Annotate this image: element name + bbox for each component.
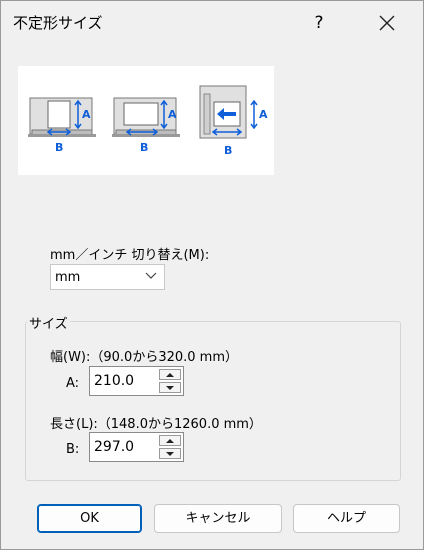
triangle-down-icon — [166, 386, 174, 390]
size-group-title: サイズ — [27, 313, 70, 332]
unit-switch-label: mm／インチ 切り替え(M): — [50, 248, 210, 263]
b-label-2: B — [140, 141, 148, 154]
b-label-3: B — [224, 144, 232, 157]
length-spinbox — [89, 432, 184, 462]
close-button[interactable] — [365, 7, 409, 39]
unit-select[interactable]: mm — [50, 264, 165, 290]
ok-button[interactable]: OK — [37, 504, 142, 533]
length-input[interactable] — [92, 435, 156, 459]
width-decrement-button[interactable] — [159, 382, 181, 393]
b-label-1: B — [55, 141, 63, 154]
a-label-3: A — [259, 108, 268, 121]
custom-size-dialog: 不定形サイズ ? A B A B A B mm／インチ 切り替え(M): mm … — [0, 0, 424, 550]
width-spinbox — [89, 366, 184, 396]
cancel-button[interactable]: キャンセル — [154, 504, 282, 533]
length-range-label: 長さ(L):（148.0から1260.0 mm） — [50, 417, 262, 432]
a-label-2: A — [168, 108, 177, 121]
unit-select-value: mm — [55, 270, 81, 285]
triangle-up-icon — [166, 439, 174, 443]
width-increment-button[interactable] — [159, 369, 181, 380]
paper-orientation-illustration: A B A B A B — [18, 66, 274, 175]
close-icon — [379, 15, 395, 30]
printer-manual-feed-figure — [199, 85, 258, 139]
length-decrement-button[interactable] — [159, 448, 181, 459]
length-field-label: B: — [66, 442, 80, 457]
width-field-label: A: — [66, 376, 80, 391]
help-button[interactable]: ヘルプ — [293, 504, 400, 533]
length-increment-button[interactable] — [159, 435, 181, 446]
chevron-down-icon — [145, 272, 157, 279]
size-groupbox — [25, 321, 401, 481]
title-bar: 不定形サイズ ? — [1, 1, 423, 45]
width-input[interactable] — [92, 369, 156, 393]
triangle-down-icon — [166, 452, 174, 456]
a-label-1: A — [82, 108, 91, 121]
dialog-title: 不定形サイズ — [13, 14, 103, 32]
title-help-button[interactable]: ? — [301, 7, 337, 39]
width-range-label: 幅(W):（90.0から320.0 mm） — [50, 350, 238, 365]
triangle-up-icon — [166, 373, 174, 377]
